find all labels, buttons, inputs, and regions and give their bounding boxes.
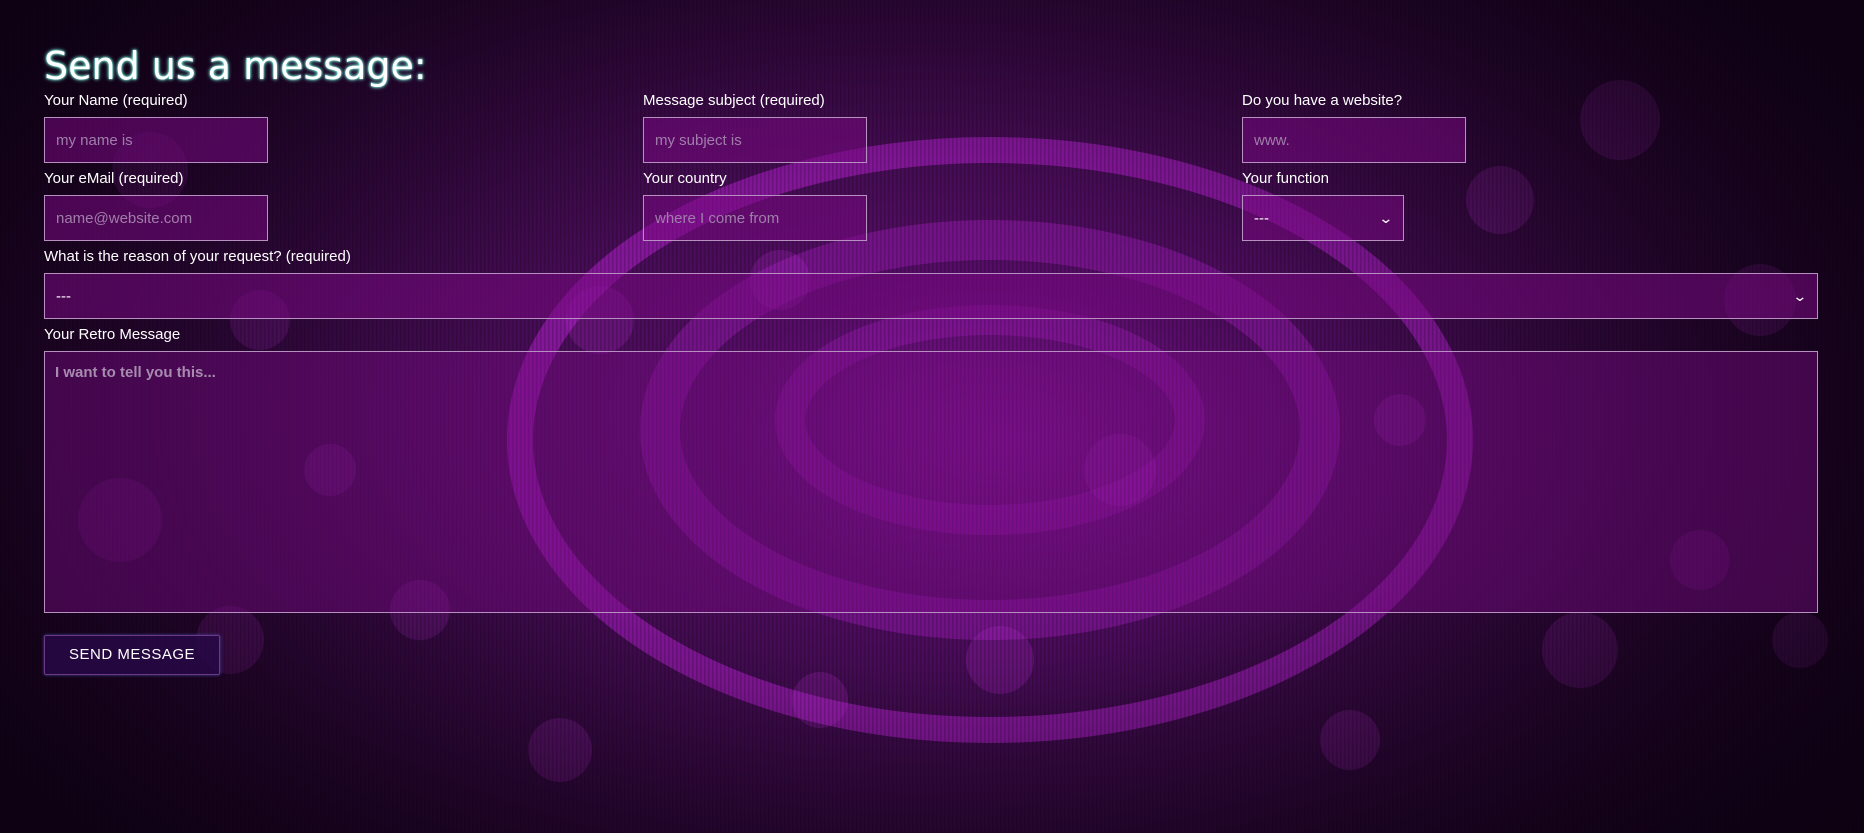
name-label: Your Name (required) xyxy=(44,92,188,109)
function-select-value: --- xyxy=(1254,209,1269,227)
email-field-group: Your eMail (required) xyxy=(44,170,268,241)
reason-select-value: --- xyxy=(56,287,71,305)
name-field-group: Your Name (required) xyxy=(44,92,268,163)
function-field-group: Your function --- ⌄ xyxy=(1242,170,1404,241)
form-title: Send us a message: xyxy=(44,44,427,88)
message-field-group: Your Retro Message xyxy=(44,326,1820,613)
chevron-down-icon: ⌄ xyxy=(1792,287,1808,304)
country-label: Your country xyxy=(643,170,727,187)
reason-field-group: What is the reason of your request? (req… xyxy=(44,248,1820,326)
reason-label: What is the reason of your request? (req… xyxy=(44,248,351,265)
subject-field-group: Message subject (required) xyxy=(643,92,867,163)
country-input[interactable] xyxy=(643,195,867,241)
contact-form: Send us a message: Your Name (required) … xyxy=(44,40,1820,675)
send-message-button[interactable]: SEND MESSAGE xyxy=(44,635,221,675)
message-label: Your Retro Message xyxy=(44,326,181,343)
subject-input[interactable] xyxy=(643,117,867,163)
website-label: Do you have a website? xyxy=(1242,92,1403,109)
email-label: Your eMail (required) xyxy=(44,170,184,187)
email-input[interactable] xyxy=(44,195,268,241)
function-select[interactable]: --- ⌄ xyxy=(1242,195,1404,241)
function-label: Your function xyxy=(1242,170,1330,187)
country-field-group: Your country xyxy=(643,170,867,241)
subject-label: Message subject (required) xyxy=(643,92,825,109)
chevron-down-icon: ⌄ xyxy=(1378,209,1394,226)
form-row-1: Your Name (required) Message subject (re… xyxy=(44,92,1820,170)
website-input[interactable] xyxy=(1242,117,1466,163)
form-row-2: Your eMail (required) Your country Your … xyxy=(44,170,1820,248)
message-textarea[interactable] xyxy=(44,351,1818,613)
name-input[interactable] xyxy=(44,117,268,163)
reason-select[interactable]: --- ⌄ xyxy=(44,273,1818,319)
website-field-group: Do you have a website? xyxy=(1242,92,1466,163)
